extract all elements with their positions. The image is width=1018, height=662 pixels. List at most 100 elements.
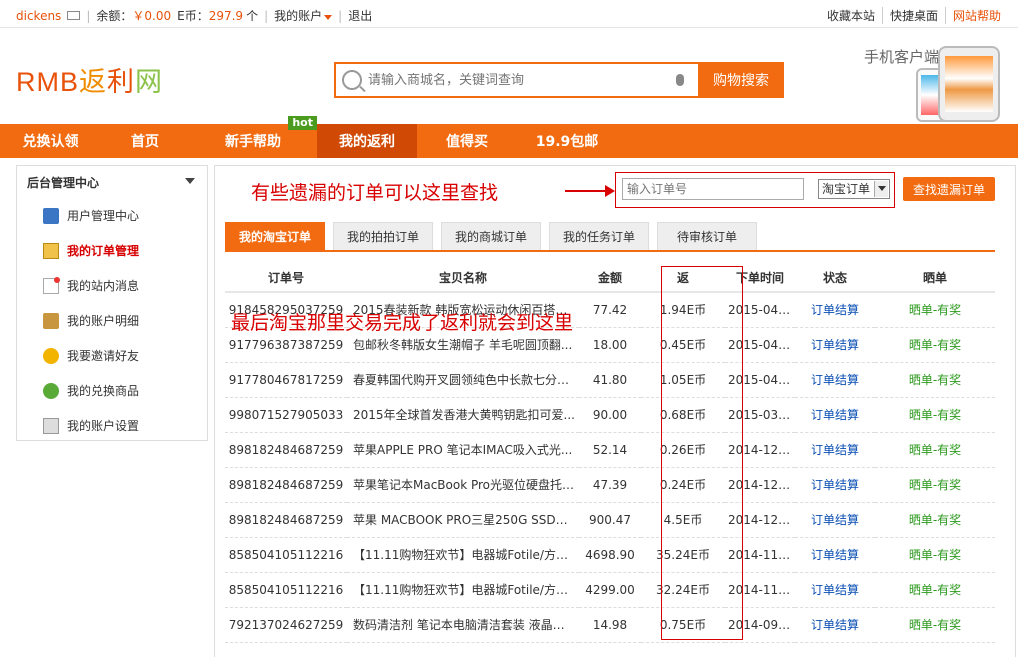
item-name-link[interactable]: 苹果APPLE PRO 笔记本IMAC吸入式光... (347, 432, 579, 468)
tab-paipai-orders[interactable]: 我的拍拍订单 (333, 222, 433, 250)
status-link[interactable]: 订单结算 (795, 397, 875, 433)
tab-mall-orders[interactable]: 我的商城订单 (441, 222, 541, 250)
tab-pending-orders[interactable]: 待审核订单 (657, 222, 757, 250)
sidebar-item-order-management[interactable]: 我的订单管理 (17, 233, 207, 268)
search-box (334, 62, 698, 98)
site-help-link[interactable]: 网站帮助 (944, 7, 1008, 24)
status-link[interactable]: 订单结算 (795, 327, 875, 363)
table-row: 858504105112216 【11.11购物狂欢节】电器城Fotile/方太E… (225, 572, 995, 608)
status-link[interactable]: 订单结算 (795, 572, 875, 608)
username-link[interactable]: dickens (16, 9, 61, 23)
find-missing-order-button[interactable]: 查找遗漏订单 (903, 177, 995, 201)
nav-item-label: 我的返利 (339, 134, 395, 150)
table-row: 898182484687259 苹果APPLE PRO 笔记本IMAC吸入式光..… (225, 432, 995, 468)
status-link[interactable]: 订单结算 (795, 537, 875, 573)
microphone-icon[interactable] (676, 74, 684, 86)
amount: 90.00 (579, 397, 641, 433)
item-name-link[interactable]: 数码清洁剂 笔记本电脑清洁套装 液晶屏... (347, 607, 579, 643)
item-name-link[interactable]: 苹果笔记本MacBook Pro光驱位硬盘托架... (347, 467, 579, 503)
sidebar-item-user-center[interactable]: 用户管理中心 (17, 198, 207, 233)
sidebar-item-account-details[interactable]: 我的账户明细 (17, 303, 207, 338)
status-link[interactable]: 订单结算 (795, 467, 875, 503)
tab-task-orders[interactable]: 我的任务订单 (549, 222, 649, 250)
main-content: 有些遗漏的订单可以这里查找 淘宝订单 查找遗漏订单 我的淘宝订单 我的拍拍订单 … (214, 165, 1016, 657)
item-name-link[interactable]: 【11.11购物狂欢节】电器城Fotile/方太S... (347, 537, 579, 573)
sidebar-item-exchange-goods[interactable]: 我的兑换商品 (17, 373, 207, 408)
share-link[interactable]: 晒单-有奖 (875, 292, 995, 328)
nav-item-label: 19.9包邮 (535, 134, 599, 150)
mail-icon[interactable] (67, 11, 81, 20)
logout-link[interactable]: 退出 (348, 7, 372, 24)
header: RMB返利网 购物搜索 手机客户端 (0, 28, 1018, 124)
nav-item-label: 值得买 (446, 134, 488, 150)
share-link[interactable]: 晒单-有奖 (875, 467, 995, 503)
item-name-link[interactable]: 【11.11购物狂欢节】电器城Fotile/方太E... (347, 572, 579, 608)
share-link[interactable]: 晒单-有奖 (875, 362, 995, 398)
sidebar-title: 后台管理中心 (27, 175, 100, 190)
share-link[interactable]: 晒单-有奖 (875, 502, 995, 538)
mobile-client-promo[interactable]: 手机客户端 (838, 32, 1008, 122)
tab-taobao-orders[interactable]: 我的淘宝订单 (225, 222, 325, 250)
amount: 18.00 (579, 327, 641, 363)
status-link[interactable]: 订单结算 (795, 607, 875, 643)
item-name-link[interactable]: 春夏韩国代购开叉圆领纯色中长款七分袖... (347, 362, 579, 398)
share-link[interactable]: 晒单-有奖 (875, 397, 995, 433)
share-link[interactable]: 晒单-有奖 (875, 432, 995, 468)
table-row: 917780467817259 春夏韩国代购开叉圆领纯色中长款七分袖... 41.8… (225, 362, 995, 398)
sidebar-item-label: 我要邀请好友 (67, 349, 140, 363)
status-link[interactable]: 订单结算 (795, 362, 875, 398)
arrow-right-icon (565, 185, 615, 197)
rebate-value: 0.45E币 (641, 327, 725, 363)
phone-illustration (938, 46, 1000, 122)
collapse-icon[interactable] (185, 178, 195, 184)
status-link[interactable]: 订单结算 (795, 292, 875, 328)
table-header-row: 订单号 宝贝名称 金额 返 下单时间 状态 晒单 (225, 264, 995, 293)
rebate-value: 32.24E币 (641, 572, 725, 608)
nav-item-home[interactable]: 首页 (101, 124, 189, 158)
nav-item-exchange[interactable]: 兑换认领 (0, 124, 101, 158)
lookup-annotation: 有些遗漏的订单可以这里查找 (251, 182, 499, 204)
table-row: 792137024627259 数码清洁剂 笔记本电脑清洁套装 液晶屏... 14.… (225, 607, 995, 643)
sidebar-item-label: 我的订单管理 (67, 244, 140, 258)
search-bar: 购物搜索 (334, 62, 784, 98)
status-link[interactable]: 订单结算 (795, 432, 875, 468)
sidebar-item-invite-friends[interactable]: 我要邀请好友 (17, 338, 207, 373)
share-link[interactable]: 晒单-有奖 (875, 572, 995, 608)
balance-value: ￥0.00 (132, 9, 172, 23)
order-date: 2014-12-18 (725, 467, 795, 503)
rebate-value: 1.05E币 (641, 362, 725, 398)
column-header: 订单号 (225, 264, 347, 293)
pagination (225, 648, 995, 662)
order-date: 2014-11-11 (725, 537, 795, 573)
desktop-shortcut-link[interactable]: 快捷桌面 (881, 7, 945, 24)
share-link[interactable]: 晒单-有奖 (875, 327, 995, 363)
my-account-menu[interactable]: 我的账户 (274, 7, 333, 24)
sidebar-item-account-settings[interactable]: 我的账户设置 (17, 408, 207, 443)
balance-label: 余额： (96, 9, 133, 23)
nav-item-my-rebate[interactable]: 我的返利 (317, 124, 417, 158)
share-link[interactable]: 晒单-有奖 (875, 607, 995, 643)
site-logo[interactable]: RMB返利网 (16, 60, 163, 99)
order-number: 898182484687259 (225, 432, 347, 468)
item-name-link[interactable]: 2015年全球首发香港大黄鸭钥匙扣可爱... (347, 397, 579, 433)
item-name-link[interactable]: 苹果 MACBOOK PRO三星250G SSD笔... (347, 502, 579, 538)
nav-item-worth-buying[interactable]: 值得买 (417, 124, 517, 158)
sidebar-item-messages[interactable]: 我的站内消息 (17, 268, 207, 303)
ecoin-value: 297.9 (208, 8, 244, 23)
share-link[interactable]: 晒单-有奖 (875, 537, 995, 573)
bookmark-link[interactable]: 收藏本站 (820, 7, 882, 24)
nav-item-newbie-help[interactable]: 新手帮助 hot (189, 116, 317, 158)
shopping-search-button[interactable]: 购物搜索 (698, 62, 784, 98)
rebate-value: 0.68E币 (641, 397, 725, 433)
hot-badge: hot (288, 116, 317, 130)
chevron-down-icon (874, 181, 888, 197)
nav-item-free-shipping[interactable]: 19.9包邮 (517, 124, 617, 158)
order-lookup-box: 淘宝订单 (615, 172, 895, 208)
status-link[interactable]: 订单结算 (795, 502, 875, 538)
search-input[interactable] (368, 72, 676, 88)
sidebar-header[interactable]: 后台管理中心 (17, 166, 207, 198)
settings-icon (43, 417, 59, 434)
separator: | (264, 8, 269, 23)
order-type-select[interactable]: 淘宝订单 (818, 179, 890, 199)
order-number-input[interactable] (622, 178, 804, 200)
